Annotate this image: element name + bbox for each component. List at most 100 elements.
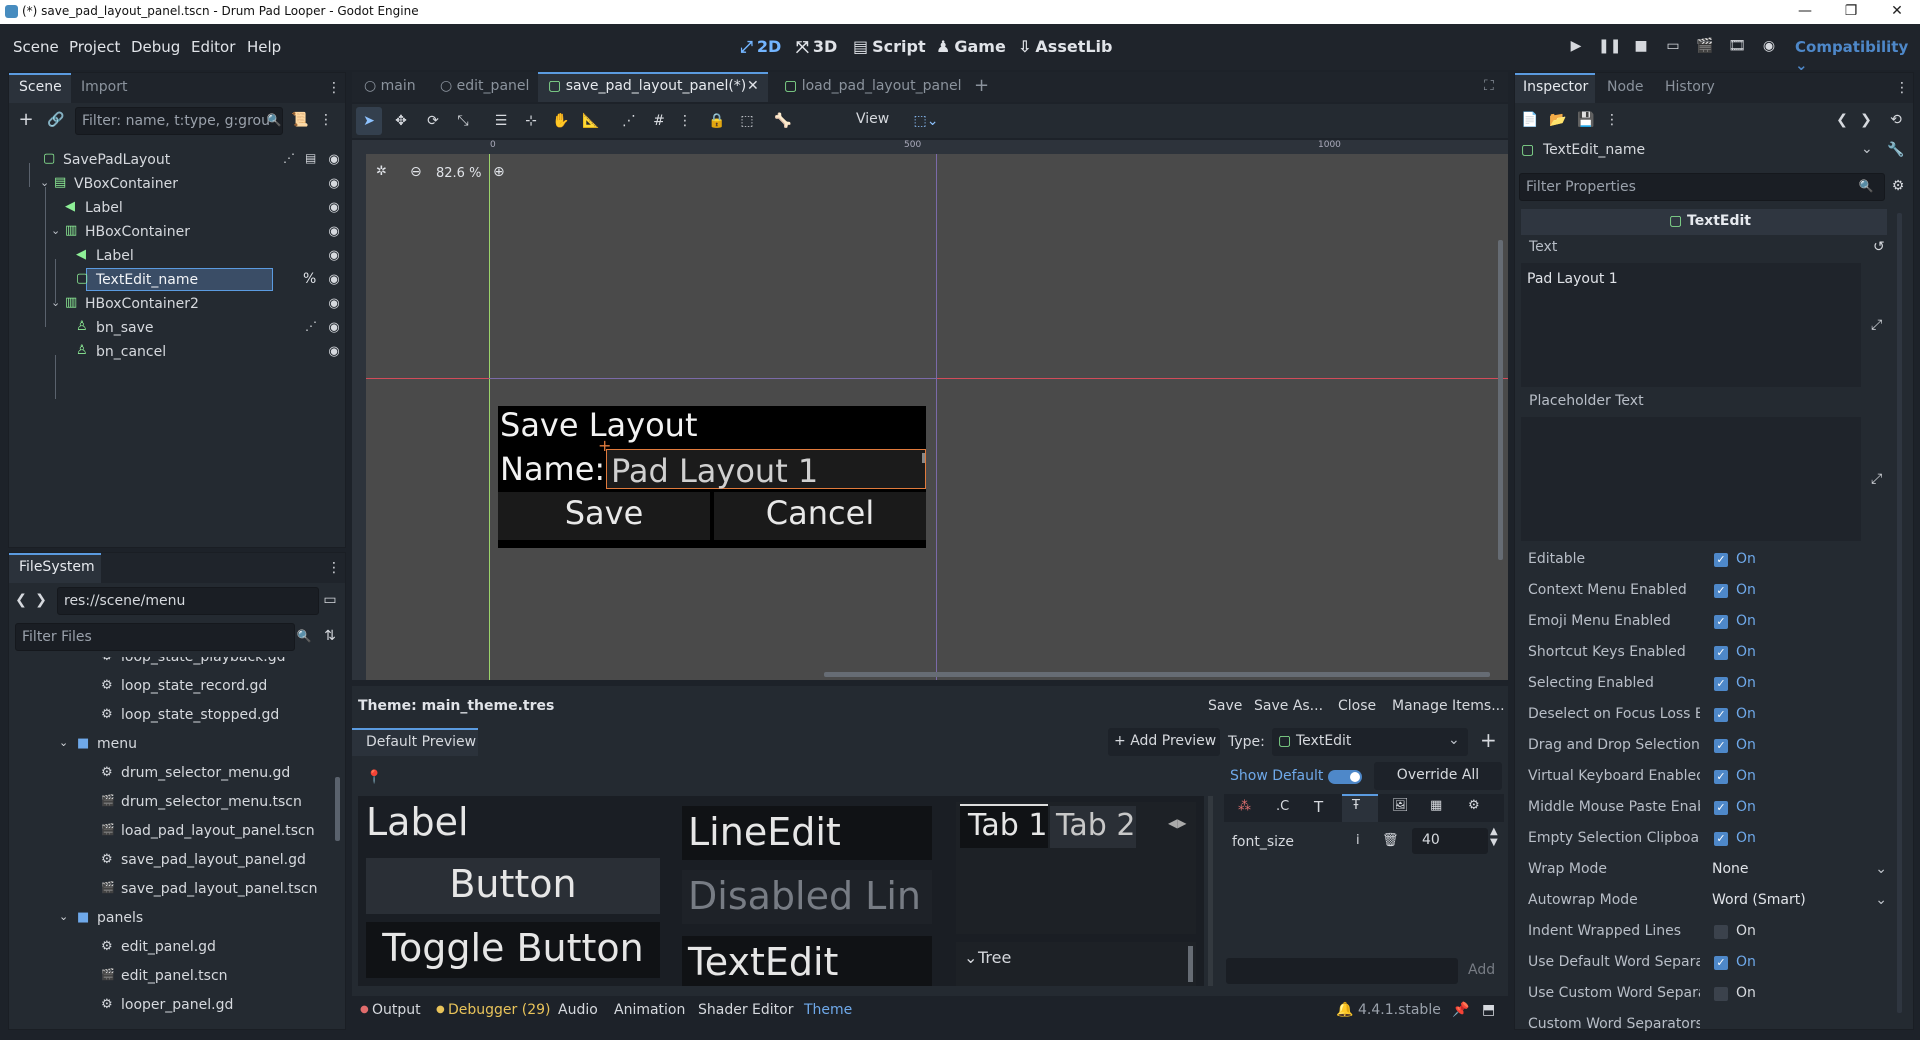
play-scene-icon[interactable]: 🎬 <box>1694 38 1716 58</box>
tab-debugger[interactable]: Debugger (29) <box>448 1002 550 1018</box>
property-checkbox[interactable]: ✓ <box>1714 770 1728 784</box>
save-resource-icon[interactable]: 💾 <box>1575 109 1597 131</box>
inspector-property-row[interactable]: Selecting Enabled ✓ On <box>1520 668 1895 699</box>
visibility-eye-icon[interactable]: ◉ <box>325 344 343 359</box>
renderer-selector[interactable]: Compatibility ⌄ <box>1795 38 1920 74</box>
stop-icon[interactable]: ■ <box>1630 38 1652 58</box>
property-checkbox[interactable]: ✓ <box>1714 739 1728 753</box>
expand-editor-icon[interactable]: ⤢ <box>1871 471 1882 487</box>
font-size-item-icon[interactable]: Ŧ <box>1352 798 1360 813</box>
file-list-item[interactable]: ⚙ loop_state_stopped.gd <box>19 701 339 730</box>
inspector-property-row[interactable]: Use Default Word Separat ✓ On <box>1520 947 1895 978</box>
snap-options-icon[interactable]: ⋮ <box>674 110 696 132</box>
next-object-icon[interactable]: ❯ <box>1855 109 1877 131</box>
file-filter-input[interactable]: Filter Files <box>15 623 295 651</box>
preview-tab-2[interactable]: Tab 2 <box>1050 806 1136 848</box>
expand-editor-icon[interactable]: ⤢ <box>1871 317 1882 333</box>
preview-button[interactable]: Button <box>366 858 660 914</box>
inspector-property-row[interactable]: Wrap Mode None ⌄ <box>1520 854 1895 885</box>
expand-panel-icon[interactable]: ⬒ <box>1482 1002 1495 1018</box>
back-icon[interactable]: ❮ <box>13 589 29 611</box>
select-mode-icon[interactable]: ➤ <box>358 110 380 132</box>
visibility-eye-icon[interactable]: ◉ <box>325 200 343 215</box>
chevron-down-icon[interactable]: ⌄ <box>59 910 68 923</box>
tab-node[interactable]: Node <box>1607 79 1644 95</box>
placeholder-property-editor[interactable] <box>1521 417 1861 541</box>
pin-panel-icon[interactable]: 📌 <box>1452 1002 1469 1018</box>
file-list-item[interactable]: 🎬 load_pad_layout_panel.tscn <box>19 817 339 846</box>
tab-output[interactable]: Output <box>372 1002 421 1018</box>
zoom-level[interactable]: 82.6 % <box>436 166 481 181</box>
preview-textedit[interactable]: TextEdit <box>682 936 932 986</box>
file-list-item[interactable]: ⚙ drum_selector_menu.gd <box>19 759 339 788</box>
text-property-editor[interactable]: Pad Layout 1 <box>1521 263 1861 387</box>
inspector-property-row[interactable]: Use Custom Word Separat On <box>1520 978 1895 1009</box>
move-mode-icon[interactable]: ✥ <box>390 110 412 132</box>
inspector-property-row[interactable]: Deselect on Focus Loss En ✓ On <box>1520 699 1895 730</box>
inspector-settings-icon[interactable]: ⚙ <box>1887 175 1909 197</box>
object-tools-icon[interactable]: 🔧 <box>1885 139 1907 161</box>
pause-icon[interactable]: ❚❚ <box>1598 38 1621 58</box>
movie-maker-icon[interactable]: ◉ <box>1758 38 1780 58</box>
play-icon[interactable]: ▶ <box>1565 38 1587 58</box>
chevron-down-icon[interactable]: ⌄ <box>59 736 68 749</box>
inspector-property-row[interactable]: Virtual Keyboard Enabled ✓ On <box>1520 761 1895 792</box>
tab-main[interactable]: ○ main <box>364 78 416 94</box>
constant-item-icon[interactable]: .C <box>1276 799 1289 814</box>
grid-snap-icon[interactable]: # <box>648 110 670 132</box>
visibility-eye-icon[interactable]: ◉ <box>325 296 343 311</box>
file-list-item[interactable]: ⚙ save_pad_layout_panel.gd <box>19 846 339 875</box>
zoom-in-icon[interactable]: ⊕ <box>493 164 505 180</box>
property-checkbox[interactable] <box>1714 925 1728 939</box>
preview-textedit-name[interactable]: Pad Layout 1 <box>606 449 926 490</box>
workspace-3d-button[interactable]: ⤧ 3D <box>796 37 837 57</box>
visibility-eye-icon[interactable]: ◉ <box>325 248 343 263</box>
revert-icon[interactable]: ↺ <box>1873 239 1885 255</box>
add-type-icon[interactable]: + <box>1480 728 1497 752</box>
pivot-mode-icon[interactable]: ⊹ <box>520 110 542 132</box>
add-item-input[interactable] <box>1226 958 1458 984</box>
previous-object-icon[interactable]: ❮ <box>1831 109 1853 131</box>
remote-debug-icon[interactable]: ▭ <box>1662 38 1684 58</box>
add-node-icon[interactable]: + <box>15 109 37 131</box>
scale-mode-icon[interactable]: ⤡ <box>452 110 474 132</box>
resource-options-icon[interactable]: ⋮ <box>1601 109 1623 131</box>
inspector-property-row[interactable]: Editable ✓ On <box>1520 544 1895 575</box>
anchor-preset-icon[interactable]: ⬚⌄ <box>908 110 944 132</box>
inspector-property-row[interactable]: Context Menu Enabled ✓ On <box>1520 575 1895 606</box>
property-checkbox[interactable]: ✓ <box>1714 832 1728 846</box>
unique-name-badge[interactable]: % <box>303 271 316 287</box>
file-list-item[interactable]: ⚙ loop_state_playback.gd <box>19 657 339 672</box>
save-layout-panel-preview[interactable]: Save Layout Name: Pad Layout 1 Save Canc… <box>498 406 926 548</box>
visibility-eye-icon[interactable]: ◉ <box>325 320 343 335</box>
icon-item-icon[interactable]: 🖼 <box>1392 798 1409 813</box>
theme-close-button[interactable]: Close <box>1338 698 1376 714</box>
stylebox-item-icon[interactable]: ▦ <box>1430 798 1442 813</box>
property-checkbox[interactable]: ✓ <box>1714 677 1728 691</box>
color-item-icon[interactable]: ⁂ <box>1238 799 1251 814</box>
script-icon[interactable]: ▤ <box>305 151 316 165</box>
show-default-toggle[interactable] <box>1328 770 1362 784</box>
close-window-button[interactable]: ✕ <box>1874 0 1920 24</box>
tab-inspector[interactable]: Inspector <box>1523 79 1588 95</box>
scene-filter-input[interactable]: Filter: name, t:type, g:grou <box>75 107 283 135</box>
property-checkbox[interactable]: ✓ <box>1714 584 1728 598</box>
type-selector[interactable]: ▢ TextEdit ⌄ <box>1272 728 1468 756</box>
file-list-item[interactable]: 🎬 drum_selector_menu.tscn <box>19 788 339 817</box>
preview-lineedit[interactable]: LineEdit <box>682 806 932 860</box>
property-checkbox[interactable]: ✓ <box>1714 708 1728 722</box>
signal-icon[interactable]: ⋰ <box>283 151 295 165</box>
workspace-2d-button[interactable]: ⤢ 2D <box>740 37 781 57</box>
add-item-button[interactable]: Add <box>1468 962 1495 978</box>
visibility-eye-icon[interactable]: ◉ <box>325 176 343 191</box>
class-header[interactable]: ▢ TextEdit <box>1521 209 1887 235</box>
tab-save-pad-layout-panel[interactable]: ▢ save_pad_layout_panel(*) <box>548 78 746 94</box>
forward-icon[interactable]: ❯ <box>33 589 49 611</box>
smart-snap-icon[interactable]: ⋰ <box>618 110 640 132</box>
open-resource-icon[interactable]: 📂 <box>1547 109 1569 131</box>
spin-arrows-icon[interactable]: ▲ ▼ <box>1490 826 1498 848</box>
tab-filesystem[interactable]: FileSystem <box>19 559 95 575</box>
chevron-down-icon[interactable]: ⌄ <box>51 224 60 237</box>
override-all-button[interactable]: Override All <box>1374 762 1502 790</box>
inspector-property-row[interactable]: Middle Mouse Paste Enabl ✓ On <box>1520 792 1895 823</box>
